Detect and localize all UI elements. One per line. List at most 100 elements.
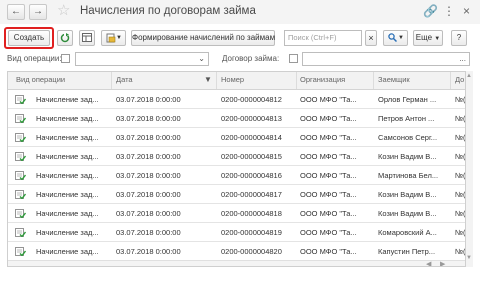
column-header-contract[interactable]: До [455, 75, 464, 84]
cell-borrower: Капустин Петр... [378, 247, 436, 256]
table-row[interactable]: Начисление зад... 03.07.2018 0:00:00 0200-… [8, 242, 465, 261]
cell-number: 0200-0000004819 [221, 228, 282, 237]
cell-date: 03.07.2018 0:00:00 [116, 190, 181, 199]
cell-organization: ООО МФО "Та... [300, 114, 357, 123]
clear-icon: × [368, 33, 374, 43]
cell-contract: №( [455, 190, 466, 199]
cell-organization: ООО МФО "Та... [300, 190, 357, 199]
cell-number: 0200-0000004818 [221, 209, 282, 218]
operation-filter-label: Вид операции: [7, 54, 62, 63]
cell-date: 03.07.2018 0:00:00 [116, 209, 181, 218]
cell-date: 03.07.2018 0:00:00 [116, 133, 181, 142]
scroll-down-icon[interactable]: ▼ [466, 255, 472, 261]
back-button[interactable]: ← [7, 4, 25, 20]
posted-document-icon [15, 228, 26, 237]
column-divider [111, 72, 112, 89]
cell-date: 03.07.2018 0:00:00 [116, 228, 181, 237]
cell-contract: №( [455, 266, 466, 267]
arrow-right-icon: → [33, 6, 43, 17]
column-divider [216, 72, 217, 89]
column-header-borrower[interactable]: Заемщик [378, 75, 410, 84]
posted-document-icon [15, 190, 26, 199]
more-button[interactable]: Еще ▼ [413, 30, 443, 46]
cell-borrower: Комаровский А... [378, 228, 437, 237]
cell-operation: Начисление зад... [36, 266, 108, 267]
table-row[interactable]: Начисление зад... 03.07.2018 0:00:00 0200-… [8, 128, 465, 147]
search-button[interactable]: ▼ [383, 30, 408, 46]
clear-search-button[interactable]: × [365, 30, 377, 46]
cell-organization: ООО МФО "Та... [300, 171, 357, 180]
cell-operation: Начисление зад... [36, 190, 99, 199]
close-icon[interactable]: × [463, 4, 470, 18]
documents-table: Вид операции Дата ▼ Номер Организация За… [7, 71, 466, 267]
favorite-star-icon[interactable]: ☆ [57, 2, 70, 20]
cell-number: 0200-0000004817 [221, 190, 282, 199]
cell-operation: Начисление зад... [36, 95, 99, 104]
link-icon[interactable]: 🔗 [423, 4, 438, 18]
cell-operation: Начисление зад... [36, 228, 99, 237]
table-row[interactable]: Начисление зад... 03.07.2018 0:00:00 0200-… [8, 90, 465, 109]
generate-accruals-button[interactable]: Формирование начислений по займам [131, 30, 275, 46]
cell-operation: Начисление зад... [36, 247, 99, 256]
vertical-scrollbar[interactable]: ▲ ▼ [466, 71, 473, 267]
cell-contract: №( [455, 133, 466, 142]
forward-button[interactable]: → [29, 4, 47, 20]
scroll-right-icon[interactable]: ▶ [440, 260, 445, 266]
table-row[interactable]: Начисление зад... 03.07.2018 0:00:00 0200-… [8, 147, 465, 166]
cell-borrower: Мартинова Бел... [378, 171, 439, 180]
column-header-operation[interactable]: Вид операции [16, 75, 65, 84]
cell-date: 03.07.2018 0:00:00 [116, 266, 212, 267]
cell-contract: №( [455, 95, 466, 104]
column-header-date[interactable]: Дата [116, 75, 133, 84]
table-row[interactable]: Начисление зад... 03.07.2018 0:00:00 0200-… [8, 185, 465, 204]
cell-borrower: Козин Вадим В... [378, 209, 437, 218]
refresh-icon [60, 33, 70, 43]
cell-number: 0200-0000004814 [221, 133, 282, 142]
cell-borrower: Козин Вадим В... [378, 152, 437, 161]
posted-document-icon [15, 266, 26, 267]
operation-filter-checkbox[interactable] [61, 54, 70, 63]
cell-contract: №( [455, 228, 466, 237]
table-row[interactable]: Начисление зад... 03.07.2018 0:00:00 0200-… [8, 223, 465, 242]
list-settings-button[interactable] [79, 30, 95, 46]
cell-contract: №( [455, 209, 466, 218]
scroll-left-icon[interactable]: ◀ [426, 260, 431, 266]
search-input[interactable]: Поиск (Ctrl+F) [284, 30, 362, 46]
cell-contract: №( [455, 247, 466, 256]
arrow-left-icon: ← [11, 6, 21, 17]
horizontal-scrollbar[interactable]: ◀ ▶ [8, 260, 465, 266]
cell-organization: ООО МФО "Та... [300, 133, 357, 142]
print-menu-button[interactable]: ▼ [101, 30, 126, 46]
cell-date: 03.07.2018 0:00:00 [116, 247, 181, 256]
operation-filter-select[interactable]: ⌄ [75, 52, 209, 66]
column-header-number[interactable]: Номер [221, 75, 244, 84]
cell-number: 0200-0000004812 [221, 95, 282, 104]
cell-date: 03.07.2018 0:00:00 [116, 152, 181, 161]
cell-contract: №( [455, 114, 466, 123]
cell-organization: ООО МФО "Та... [300, 95, 357, 104]
posted-document-icon [15, 95, 26, 104]
cell-date: 03.07.2018 0:00:00 [116, 171, 181, 180]
refresh-button[interactable] [57, 30, 73, 46]
column-divider [450, 72, 451, 89]
cell-borrower: Козин Вадим В... [378, 190, 437, 199]
table-row[interactable]: Начисление зад... 03.07.2018 0:00:00 0200-… [8, 166, 465, 185]
table-row[interactable]: Начисление зад... 03.07.2018 0:00:00 0200-… [8, 204, 465, 223]
cell-number: 0200-0000004815 [221, 152, 282, 161]
cell-operation: Начисление зад... [36, 152, 99, 161]
help-button[interactable]: ? [451, 30, 467, 46]
contract-filter-select[interactable]: ... [302, 52, 470, 66]
cell-operation: Начисление зад... [36, 133, 99, 142]
cell-organization: ООО МФО "Та... [300, 247, 357, 256]
posted-document-icon [15, 209, 26, 218]
cell-contract: №( [455, 152, 466, 161]
sort-descending-icon[interactable]: ▼ [204, 75, 212, 84]
cell-organization: ООО МФО "Та... [300, 228, 357, 237]
column-header-organization[interactable]: Организация [300, 75, 345, 84]
table-icon [82, 33, 92, 42]
kebab-menu-icon[interactable]: ⋮ [443, 4, 455, 18]
cell-organization: ООО МФО "Та... [300, 209, 357, 218]
table-row[interactable]: Начисление зад... 03.07.2018 0:00:00 0200-… [8, 109, 465, 128]
contract-filter-checkbox[interactable] [289, 54, 298, 63]
scroll-up-icon[interactable]: ▲ [466, 73, 472, 79]
